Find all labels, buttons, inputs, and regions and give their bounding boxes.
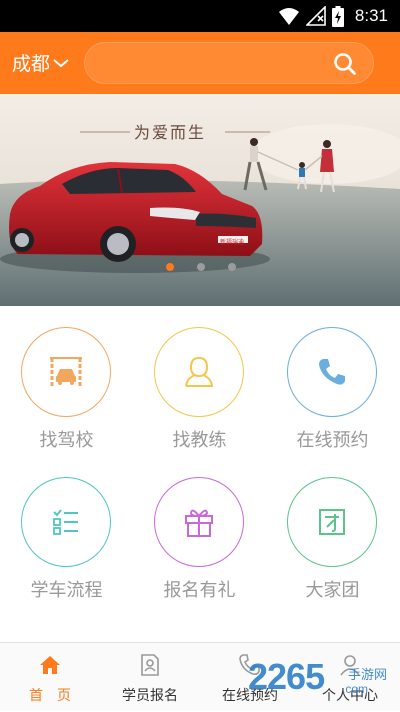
watermark-number: 2265 xyxy=(248,656,325,697)
menu-label: 报名有礼 xyxy=(163,580,236,601)
car-plate: 新福瑞迪 xyxy=(220,240,245,246)
menu-learning-process[interactable]: 学车流程 xyxy=(0,456,133,606)
find-coach-circle xyxy=(154,327,244,417)
nav-label: 学员报名 xyxy=(122,688,178,704)
wifi-icon xyxy=(279,8,299,25)
find-school-circle xyxy=(21,327,111,417)
search-icon[interactable] xyxy=(333,52,357,76)
learning-process-circle xyxy=(21,477,111,567)
city-selector[interactable]: 成都 xyxy=(12,49,70,76)
top-bar: 成都 xyxy=(0,32,400,94)
phone-icon xyxy=(319,359,345,385)
search-input[interactable] xyxy=(84,42,374,84)
checklist-icon xyxy=(53,509,78,535)
online-booking-circle xyxy=(287,327,377,417)
group-buy-circle xyxy=(287,477,377,567)
promo-banner[interactable]: 为爱而生 新福瑞迪 xyxy=(0,94,400,306)
menu-online-booking[interactable]: 在线预约 xyxy=(266,306,399,456)
signup-gift-circle xyxy=(154,477,244,567)
banner-slogan: 为爱而生 xyxy=(134,123,207,142)
no-signal-icon xyxy=(306,6,326,26)
nav-student-signup[interactable]: 学员报名 xyxy=(100,643,200,712)
menu-find-coach[interactable]: 找教练 xyxy=(133,306,266,456)
menu-label: 在线预约 xyxy=(296,430,369,451)
menu-label: 找教练 xyxy=(172,430,227,451)
gift-icon xyxy=(185,509,213,537)
status-time: 8:31 xyxy=(354,6,388,25)
menu-label: 找驾校 xyxy=(39,430,94,451)
watermark-logo: 2265 .com 手游网 xyxy=(248,652,396,708)
user-icon xyxy=(185,356,214,387)
menu-find-school[interactable]: 找驾校 xyxy=(0,306,133,456)
nav-label: 首 页 xyxy=(29,688,71,704)
menu-signup-gift[interactable]: 报名有礼 xyxy=(133,456,266,606)
watermark-site: 手游网 xyxy=(348,668,388,683)
chevron-down-icon xyxy=(53,58,69,67)
signup-form-icon xyxy=(141,654,159,676)
status-bar: 8:31 xyxy=(0,0,400,32)
battery-charging-icon xyxy=(332,6,344,27)
menu-label: 大家团 xyxy=(305,580,360,601)
watermark-suffix: .com xyxy=(342,682,369,696)
home-icon xyxy=(40,656,60,674)
menu-group-buy[interactable]: 大家团 xyxy=(266,456,399,606)
menu-label: 学车流程 xyxy=(30,580,103,601)
menu-grid: 找驾校 找教练 在线预约 学车流程 报名有礼 大家团 xyxy=(0,306,400,642)
car-gate-icon xyxy=(50,357,82,388)
group-icon xyxy=(319,509,345,535)
nav-home[interactable]: 首 页 xyxy=(0,643,100,712)
city-label: 成都 xyxy=(12,53,51,75)
